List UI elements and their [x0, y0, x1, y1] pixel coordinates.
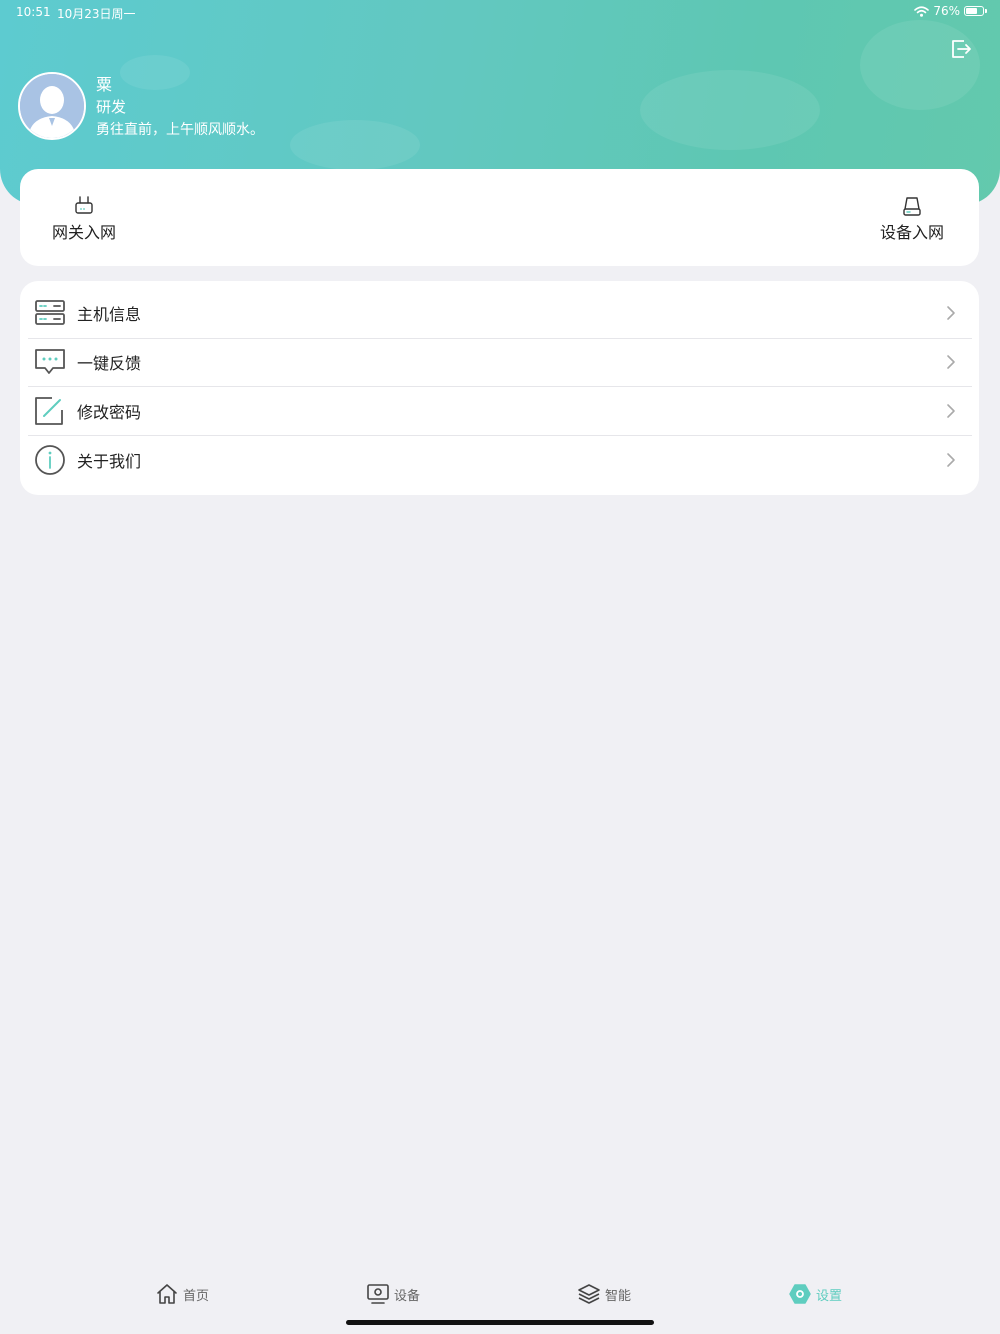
menu-item-feedback[interactable]: 一键反馈 — [28, 338, 972, 386]
menu-item-change-password[interactable]: 修改密码 — [28, 387, 972, 435]
header-decoration — [640, 70, 820, 150]
gateway-join-button[interactable]: 网关入网 — [52, 195, 116, 243]
home-icon — [157, 1284, 177, 1304]
profile-info: 粟 研发 勇往直前，上午顺风顺水。 — [96, 73, 264, 142]
tab-label: 设置 — [816, 1288, 843, 1304]
battery-fill — [966, 8, 977, 14]
menu-item-label: 关于我们 — [77, 452, 142, 471]
menu-item-label: 修改密码 — [77, 403, 142, 422]
tab-devices[interactable]: 设备 — [366, 1282, 420, 1306]
tab-smart[interactable]: 智能 — [577, 1282, 631, 1306]
device-join-label: 设备入网 — [880, 223, 945, 242]
home-indicator[interactable] — [346, 1320, 654, 1325]
chevron-right-icon — [947, 404, 955, 418]
status-bar: 10:51 10月23日周一 76% — [0, 0, 1000, 24]
tab-settings[interactable]: 设置 — [788, 1282, 842, 1306]
user-avatar-icon — [20, 74, 84, 138]
hard-drive-icon — [903, 197, 921, 216]
user-department: 研发 — [96, 98, 127, 116]
status-right: 76% — [914, 4, 987, 18]
battery-icon — [964, 6, 987, 16]
quick-actions-card: 网关入网 设备入网 — [20, 169, 979, 266]
tab-label: 智能 — [605, 1288, 632, 1304]
menu-item-label: 一键反馈 — [77, 354, 142, 373]
logout-icon — [952, 40, 971, 58]
user-motto: 勇往直前，上午顺风顺水。 — [96, 122, 264, 138]
tab-label: 首页 — [183, 1288, 210, 1304]
wifi-icon — [914, 5, 930, 17]
server-icon — [34, 297, 66, 329]
layers-icon — [578, 1284, 600, 1304]
battery-percent: 76% — [933, 4, 960, 18]
router-icon — [75, 196, 93, 214]
device-join-button[interactable]: 设备入网 — [880, 195, 944, 243]
hexagon-gear-icon — [789, 1284, 811, 1304]
edit-icon — [34, 395, 66, 427]
header-decoration — [290, 120, 420, 170]
tab-home[interactable]: 首页 — [155, 1282, 209, 1306]
chevron-right-icon — [947, 306, 955, 320]
info-icon — [34, 444, 66, 476]
avatar[interactable] — [18, 72, 86, 140]
chat-bubble-icon — [34, 346, 66, 378]
tab-label: 设备 — [394, 1288, 421, 1304]
menu-item-about-us[interactable]: 关于我们 — [28, 436, 972, 484]
chevron-right-icon — [947, 355, 955, 369]
bottom-tab-bar: 首页 设备 智能 设置 — [0, 1270, 1000, 1320]
menu-item-label: 主机信息 — [77, 305, 142, 324]
logout-button[interactable] — [948, 36, 974, 62]
monitor-icon — [367, 1284, 389, 1304]
header-decoration — [860, 20, 980, 110]
settings-menu-card: 主机信息 一键反馈 修改密码 关于我们 — [20, 281, 979, 495]
chevron-right-icon — [947, 453, 955, 467]
user-name: 粟 — [96, 75, 113, 94]
gateway-join-label: 网关入网 — [52, 223, 117, 242]
status-date: 10月23日周一 — [57, 7, 136, 21]
menu-item-host-info[interactable]: 主机信息 — [28, 289, 972, 337]
status-time: 10:51 — [16, 5, 51, 19]
